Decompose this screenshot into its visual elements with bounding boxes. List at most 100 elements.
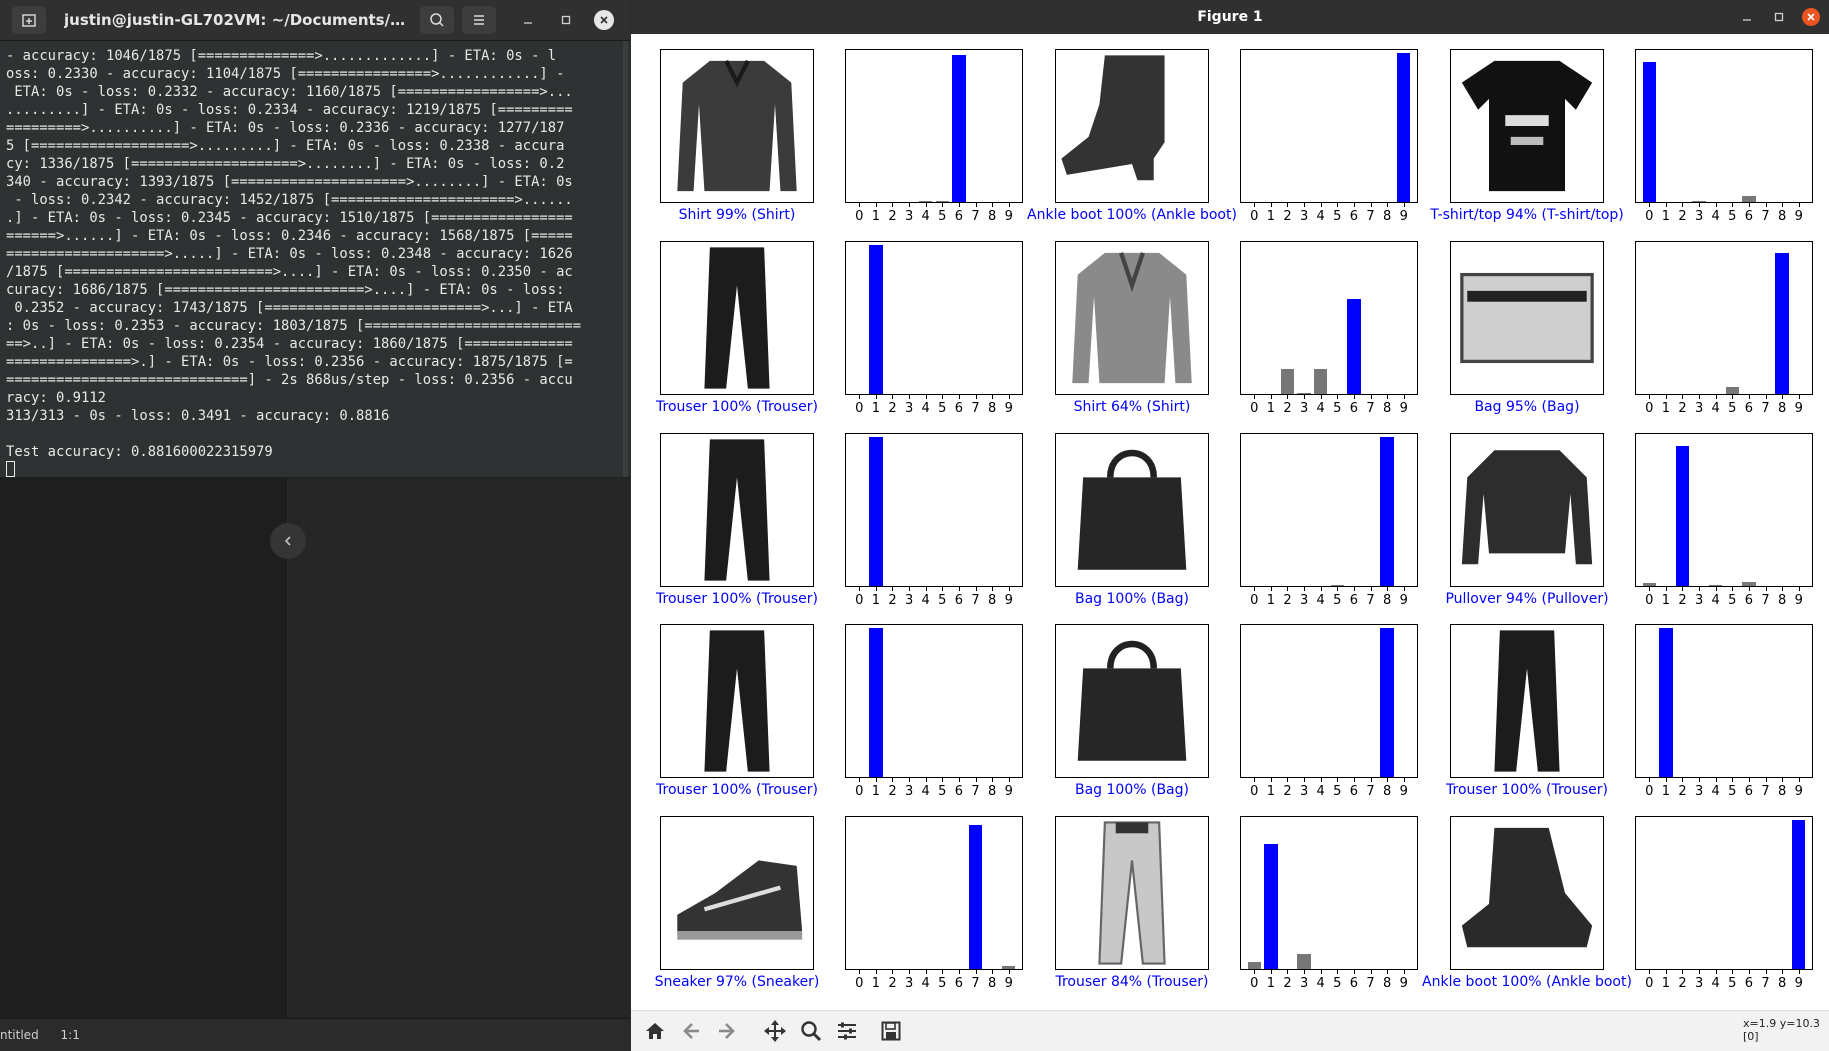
editor-text-area[interactable] xyxy=(285,478,630,1018)
x-tick-mark xyxy=(975,778,977,782)
x-tick-label: 4 xyxy=(1711,209,1720,224)
probability-bar xyxy=(869,628,883,777)
x-tick-label: 8 xyxy=(1382,209,1392,224)
pan-button[interactable] xyxy=(761,1017,789,1045)
x-tick-mark xyxy=(1798,587,1800,591)
x-tick-mark xyxy=(942,970,944,974)
pan-icon xyxy=(764,1020,786,1042)
figure-canvas[interactable]: Shirt 99% (Shirt) 0 1 2 3 4 5 6 7 8 9 Ankle boot 10… xyxy=(631,34,1829,1010)
x-tick-mark xyxy=(1798,778,1800,782)
collapse-panel-button[interactable] xyxy=(270,523,306,559)
terminal-line: ==>..] - ETA: 0s - loss: 0.2354 - accura… xyxy=(6,336,573,352)
garment-image xyxy=(1055,49,1209,203)
x-tick-label: 1 xyxy=(871,209,881,224)
x-tick-mark xyxy=(1665,778,1667,782)
x-tick-mark xyxy=(1649,395,1651,399)
x-tick-label: 4 xyxy=(921,593,930,608)
x-tick-label: 4 xyxy=(1316,784,1325,799)
x-tick-label: 2 xyxy=(888,209,897,224)
x-tick-label: 0 xyxy=(1645,593,1654,608)
x-tick-mark xyxy=(1699,203,1701,207)
x-tick-mark xyxy=(1403,395,1405,399)
x-tick-label: 5 xyxy=(938,976,947,991)
x-tick-mark xyxy=(1765,203,1767,207)
x-tick-mark xyxy=(1665,203,1667,207)
x-tick-label: 8 xyxy=(987,401,997,416)
x-tick-mark xyxy=(1782,587,1784,591)
x-tick-mark xyxy=(1649,587,1651,591)
x-tick-label: 9 xyxy=(1794,401,1803,416)
x-tick-label: 3 xyxy=(1299,976,1309,991)
x-tick-label: 9 xyxy=(1794,784,1803,799)
x-tick-mark xyxy=(1798,203,1800,207)
figure-title: Figure 1 xyxy=(1197,9,1263,25)
x-tick-label: 8 xyxy=(1777,401,1787,416)
x-tick-label: 1 xyxy=(871,976,881,991)
terminal-scrollbar[interactable] xyxy=(623,41,628,477)
x-tick-mark xyxy=(1353,778,1355,782)
x-tick-mark xyxy=(1403,203,1405,207)
probability-bar-chart xyxy=(845,624,1023,778)
terminal-output-area[interactable]: - accuracy: 1046/1875 [==============>..… xyxy=(0,41,630,477)
configure-subplots-button[interactable] xyxy=(833,1017,861,1045)
x-tick-mark xyxy=(1008,395,1010,399)
figure-minimize-button[interactable] xyxy=(1738,8,1756,26)
new-tab-button[interactable] xyxy=(12,6,46,34)
figure-maximize-button[interactable] xyxy=(1770,8,1788,26)
x-tick-label: 8 xyxy=(1777,593,1787,608)
garment-image xyxy=(1450,241,1604,395)
zoom-button[interactable] xyxy=(797,1017,825,1045)
terminal-maximize-button[interactable] xyxy=(556,10,576,30)
x-tick-label: 0 xyxy=(855,209,864,224)
probability-bar-chart xyxy=(1635,49,1813,203)
x-tick-mark xyxy=(1665,395,1667,399)
x-tick-mark xyxy=(892,395,894,399)
terminal-line: .] - ETA: 0s - loss: 0.2345 - accuracy: … xyxy=(6,210,573,226)
x-tick-mark xyxy=(1732,970,1734,974)
home-button[interactable] xyxy=(641,1017,669,1045)
save-button[interactable] xyxy=(877,1017,905,1045)
x-tick-label: 5 xyxy=(1333,401,1342,416)
back-icon xyxy=(683,1023,699,1039)
x-tick-label: 4 xyxy=(921,401,930,416)
terminal-close-button[interactable] xyxy=(594,10,614,30)
x-tick-label: 2 xyxy=(1283,401,1292,416)
x-tick-mark xyxy=(925,395,927,399)
x-tick-mark xyxy=(942,778,944,782)
x-tick-label: 9 xyxy=(1004,784,1013,799)
x-tick-label: 8 xyxy=(1382,784,1392,799)
forward-button[interactable] xyxy=(713,1017,741,1045)
probability-bar xyxy=(1314,368,1328,394)
probability-bar xyxy=(952,54,966,202)
x-tick-label: 0 xyxy=(1250,209,1259,224)
x-tick-mark xyxy=(1270,970,1272,974)
garment-image xyxy=(660,241,814,395)
x-tick-mark xyxy=(1370,395,1372,399)
x-tick-label: 3 xyxy=(904,209,914,224)
probability-bar-chart xyxy=(845,49,1023,203)
x-tick-mark xyxy=(1304,395,1306,399)
x-tick-mark xyxy=(1715,970,1717,974)
terminal-minimize-button[interactable] xyxy=(518,10,538,30)
x-tick-mark xyxy=(909,395,911,399)
x-tick-label: 7 xyxy=(971,976,980,991)
figure-close-button[interactable] xyxy=(1802,8,1820,26)
x-tick-label: 3 xyxy=(1694,784,1704,799)
terminal-search-button[interactable] xyxy=(420,6,454,34)
probability-bar-chart xyxy=(845,816,1023,970)
x-tick-label: 2 xyxy=(888,593,897,608)
x-tick-label: 2 xyxy=(1678,401,1687,416)
new-tab-icon xyxy=(22,14,36,27)
x-tick-mark xyxy=(1337,970,1339,974)
editor-status-bar: ntitled 1:1 xyxy=(0,1018,630,1050)
terminal-line: Test accuracy: 0.881600022315979 xyxy=(6,444,273,460)
probability-bar xyxy=(869,437,883,586)
x-tick-mark xyxy=(975,395,977,399)
back-button[interactable] xyxy=(677,1017,705,1045)
terminal-menu-button[interactable] xyxy=(462,6,496,34)
x-tick-mark xyxy=(1682,587,1684,591)
x-tick-mark xyxy=(859,778,861,782)
x-tick-label: 5 xyxy=(1728,784,1737,799)
x-tick-label: 8 xyxy=(1382,976,1392,991)
x-tick-mark xyxy=(875,395,877,399)
